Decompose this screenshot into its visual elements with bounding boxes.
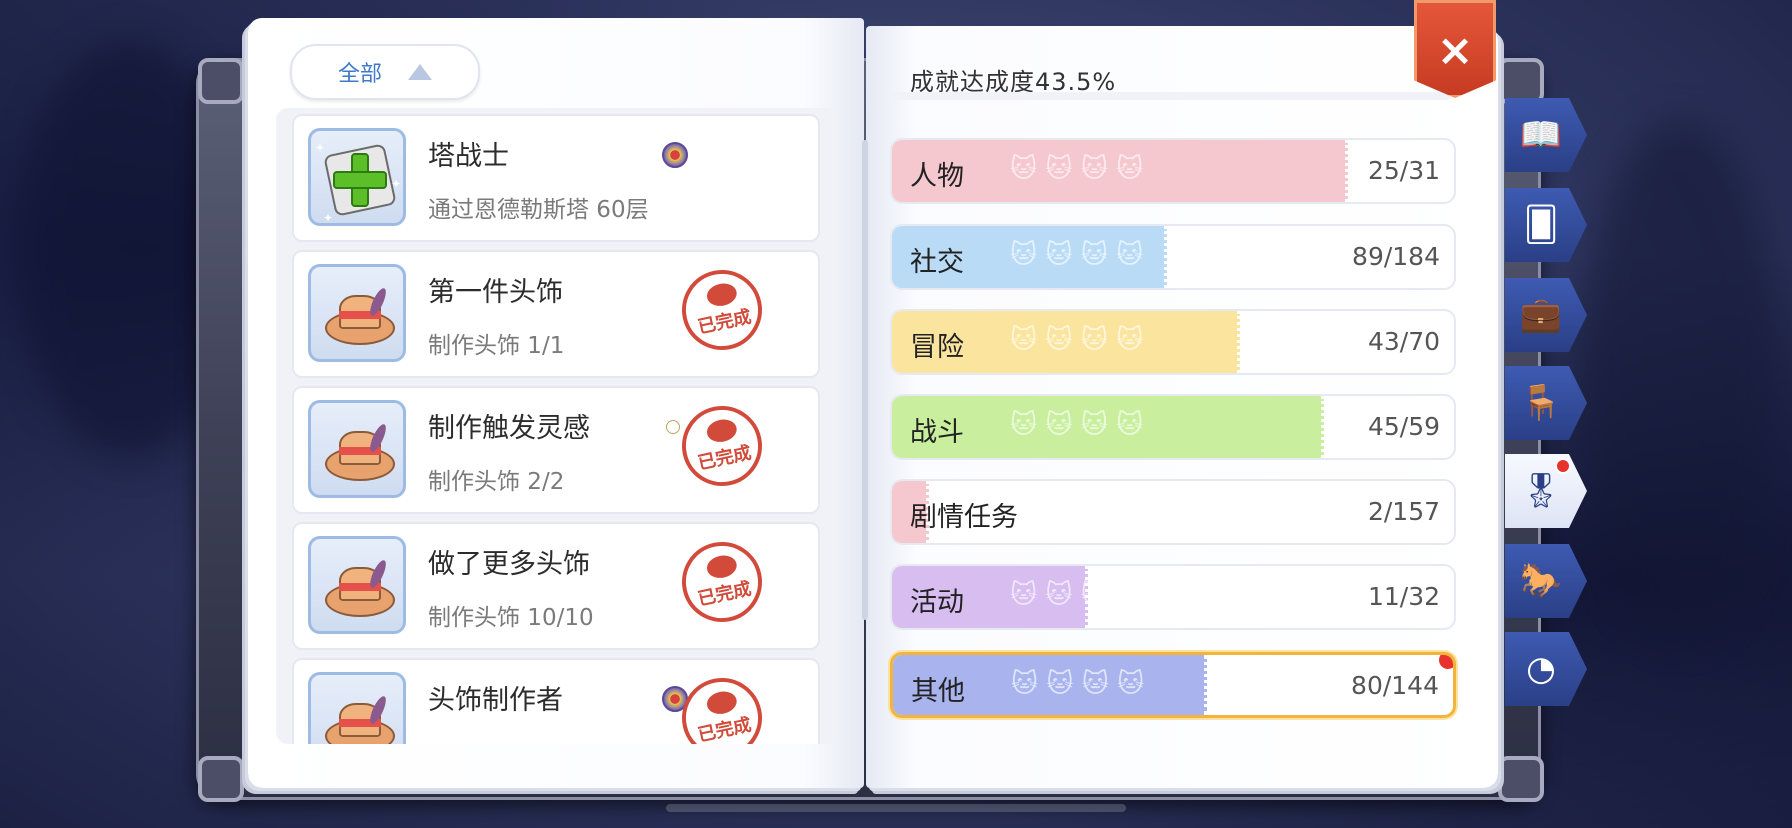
category-label: 剧情任务: [910, 502, 1018, 533]
medal-icon: [662, 142, 688, 168]
achievement-list[interactable]: ✦ ✦ ✦ 塔战士 通过恩德勒斯塔 60层 第一件头饰 制作头饰 1/1 已完成…: [276, 108, 838, 744]
achievement-title: 第一件头饰: [428, 277, 563, 308]
side-tab-briefcase-heart[interactable]: 💼: [1505, 278, 1587, 352]
triangle-up-icon: [408, 64, 432, 80]
cat-face-icon: 🐱 🐱 🐱 🐱: [1010, 580, 1144, 610]
book-icon: 📖: [1519, 115, 1563, 155]
achievement-desc: 通过恩德勒斯塔 60层: [428, 197, 649, 223]
category-label: 社交: [910, 247, 964, 278]
frame-corner: [198, 58, 244, 104]
achievement-item[interactable]: ✦ ✦ ✦ 塔战士 通过恩德勒斯塔 60层: [292, 114, 820, 242]
header-divider: [892, 92, 1454, 100]
side-tab-book[interactable]: 📖: [1505, 98, 1587, 172]
cat-face-icon: 🐱 🐱 🐱 🐱: [1010, 325, 1144, 355]
achievement-item[interactable]: 第一件头饰 制作头饰 1/1 已完成: [292, 250, 820, 378]
category-row[interactable]: 🐱 🐱 🐱 🐱 人物 25/31: [890, 138, 1456, 204]
close-button[interactable]: ×: [1414, 0, 1496, 98]
category-count: 45/59: [1367, 412, 1440, 441]
gauge-icon: ◔: [1526, 649, 1556, 689]
achievement-item[interactable]: 制作触发灵感 制作头饰 2/2 已完成: [292, 386, 820, 514]
category-row[interactable]: 🐱 🐱 🐱 🐱 冒险 43/70: [890, 309, 1456, 375]
category-label: 活动: [910, 587, 964, 618]
frame-corner: [1498, 756, 1544, 802]
category-row[interactable]: 🐱 🐱 🐱 🐱 剧情任务 2/157: [890, 479, 1456, 545]
category-count: 11/32: [1367, 582, 1440, 611]
category-label: 冒险: [910, 332, 964, 363]
cat-face-icon: 🐱 🐱 🐱 🐱: [1011, 669, 1145, 699]
bottom-scrollbar[interactable]: [666, 804, 1126, 812]
category-count: 89/184: [1352, 242, 1440, 271]
hat-icon: [308, 672, 406, 744]
hat-icon: [308, 400, 406, 498]
category-label: 人物: [910, 161, 964, 192]
background-shadow-right: [1580, 120, 1780, 640]
notification-dot: [1555, 458, 1571, 474]
achievement-desc: 制作头饰 10/10: [428, 605, 594, 631]
cat-face-icon: 🐱 🐱 🐱 🐱: [1010, 240, 1144, 270]
rocking-horse-icon: 🐎: [1519, 561, 1563, 601]
category-label: 战斗: [910, 417, 964, 448]
achievement-title: 做了更多头饰: [428, 549, 590, 580]
armchair-icon: 🪑: [1519, 383, 1563, 423]
hat-icon: [308, 264, 406, 362]
filter-dropdown[interactable]: 全部: [290, 44, 480, 100]
achievement-title: 塔战士: [428, 141, 509, 172]
achievement-desc: 制作头饰 1/1: [428, 333, 565, 359]
cat-face-icon: 🐱 🐱 🐱 🐱: [1010, 410, 1144, 440]
achievement-item[interactable]: 做了更多头饰 制作头饰 10/10 已完成: [292, 522, 820, 650]
book-spine: [862, 140, 868, 620]
category-row[interactable]: 🐱 🐱 🐱 🐱 战斗 45/59: [890, 394, 1456, 460]
cat-face-icon: 🐱 🐱 🐱 🐱: [1010, 154, 1144, 184]
side-tab-rocking-horse[interactable]: 🐎: [1505, 544, 1587, 618]
category-row[interactable]: 🐱 🐱 🐱 🐱 其他 80/144: [890, 652, 1456, 718]
completed-stamp: 已完成: [674, 398, 770, 494]
category-row[interactable]: 🐱 🐱 🐱 🐱 社交 89/184: [890, 224, 1456, 290]
side-tab-card[interactable]: 🂠: [1505, 188, 1587, 262]
side-tab-gauge[interactable]: ◔: [1505, 632, 1587, 706]
side-tab-medal[interactable]: 🎖: [1505, 454, 1587, 528]
achievement-item[interactable]: 头饰制作者 已完成: [292, 658, 820, 744]
side-tab-armchair[interactable]: 🪑: [1505, 366, 1587, 440]
category-count: 2/157: [1367, 497, 1440, 526]
completed-stamp: 已完成: [674, 670, 770, 744]
achievement-title: 头饰制作者: [428, 685, 563, 716]
completed-stamp: 已完成: [674, 262, 770, 358]
briefcase-heart-icon: 💼: [1519, 295, 1563, 335]
hat-icon: [308, 536, 406, 634]
frame-corner: [1498, 58, 1544, 104]
card-icon: 🂠: [1523, 205, 1559, 245]
category-label: 其他: [911, 676, 965, 707]
category-row[interactable]: 🐱 🐱 🐱 🐱 活动 11/32: [890, 564, 1456, 630]
achievement-title: 制作触发灵感: [428, 413, 590, 444]
category-count: 25/31: [1367, 156, 1440, 185]
completed-stamp: 已完成: [674, 534, 770, 630]
scroll-plus-icon: ✦ ✦ ✦: [308, 128, 406, 226]
category-count: 43/70: [1367, 327, 1440, 356]
filter-label: 全部: [337, 62, 382, 87]
achievement-desc: 制作头饰 2/2: [428, 469, 565, 495]
small-medal-icon: [666, 420, 680, 434]
cat-face-icon: 🐱 🐱 🐱 🐱: [1010, 495, 1144, 525]
category-count: 80/144: [1351, 671, 1439, 700]
frame-corner: [198, 756, 244, 802]
medal-icon: 🎖: [1519, 471, 1563, 511]
